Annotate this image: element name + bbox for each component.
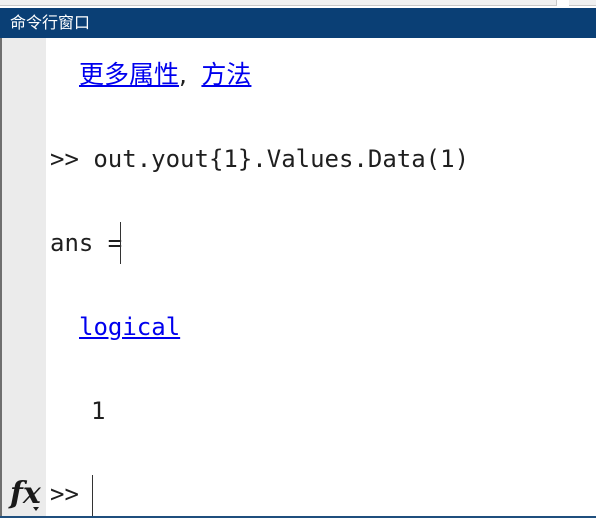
command-line[interactable]: >> out.yout{1}.Values.Data(1): [50, 144, 469, 174]
class-line: logical: [79, 312, 180, 342]
help-links-line: 更多属性, 方法: [79, 60, 251, 90]
tab-stub-left: [0, 0, 557, 6]
logical-class-link[interactable]: logical: [79, 313, 180, 341]
input-caret[interactable]: [92, 475, 93, 517]
text-cursor-marker: [120, 222, 121, 264]
methods-link[interactable]: 方法: [201, 60, 251, 89]
tab-stub-right: [569, 0, 596, 6]
panel-title: 命令行窗口: [0, 8, 596, 38]
command-window: 命令行窗口 更多属性, 方法 >> out.yout{1}.Values.Dat…: [0, 0, 596, 525]
command-output-area[interactable]: [0, 38, 596, 519]
bottom-strip: [0, 518, 596, 525]
result-value: 1: [91, 397, 106, 425]
command-gutter: [2, 38, 46, 519]
comma-separator: ,: [179, 60, 187, 89]
top-edge: [0, 0, 596, 8]
chevron-down-icon[interactable]: [33, 507, 39, 511]
ans-label: ans =: [50, 229, 123, 257]
command-prompt: >>: [50, 480, 79, 508]
more-properties-link[interactable]: 更多属性: [79, 60, 179, 89]
